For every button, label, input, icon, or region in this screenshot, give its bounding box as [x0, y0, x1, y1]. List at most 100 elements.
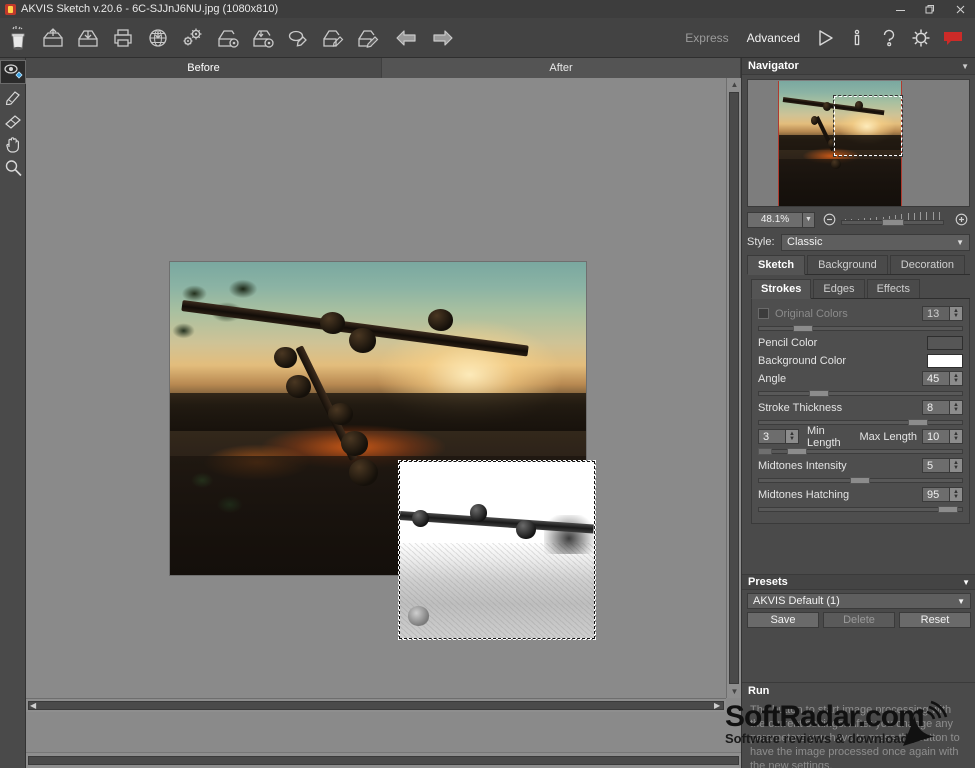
quick-preview-tool[interactable] — [0, 60, 26, 84]
midtones-intensity-spinner[interactable]: 5 ▲ ▼ — [922, 458, 963, 473]
zoom-out-icon[interactable] — [821, 212, 838, 228]
slider-handle[interactable] — [792, 325, 813, 332]
publish-web-icon[interactable] — [140, 18, 175, 58]
minimize-button[interactable] — [885, 0, 915, 18]
maximize-button[interactable] — [915, 0, 945, 18]
chevron-down-icon[interactable]: ▼ — [962, 578, 970, 587]
delete-preset-button[interactable]: Delete — [823, 612, 895, 628]
scroll-track[interactable] — [28, 701, 724, 710]
open-image-icon[interactable] — [35, 18, 70, 58]
angle-slider[interactable] — [758, 388, 963, 397]
info-icon[interactable] — [841, 18, 873, 58]
stepper-arrows-icon[interactable]: ▲ ▼ — [950, 306, 963, 321]
comment-flag-icon[interactable] — [937, 18, 969, 58]
save-image-icon[interactable] — [70, 18, 105, 58]
background-color-swatch[interactable] — [927, 353, 963, 368]
midtones-hatching-spinner[interactable]: 95 ▲ ▼ — [922, 487, 963, 502]
preset-dropdown[interactable]: AKVIS Default (1) ▼ — [747, 593, 971, 609]
stroke-thickness-slider[interactable] — [758, 417, 963, 426]
undo-arrow-icon[interactable] — [389, 18, 424, 58]
max-length-spinner[interactable]: 10 ▲ ▼ — [922, 429, 963, 444]
scroll-left-arrow[interactable]: ◀ — [30, 702, 38, 710]
save-settings-icon[interactable] — [245, 18, 280, 58]
midtones-intensity-value[interactable]: 5 — [922, 458, 950, 473]
print-image-icon[interactable] — [105, 18, 140, 58]
angle-value[interactable]: 45 — [922, 371, 950, 386]
scroll-up-arrow[interactable]: ▲ — [727, 78, 742, 91]
reset-preset-button[interactable]: Reset — [899, 612, 971, 628]
slider-handle[interactable] — [850, 477, 871, 484]
canvas-vertical-scrollbar[interactable]: ▲ ▼ — [726, 78, 742, 698]
style-dropdown[interactable]: Classic ▼ — [781, 233, 970, 251]
eraser-tool[interactable] — [0, 108, 26, 132]
slider-handle-min[interactable] — [758, 448, 772, 455]
image-canvas[interactable] — [26, 78, 726, 698]
min-length-spinner[interactable]: 3 ▲ ▼ — [758, 429, 799, 444]
tab-strokes[interactable]: Strokes — [751, 279, 812, 299]
scroll-track-vertical[interactable] — [729, 92, 739, 684]
slider-handle[interactable] — [938, 506, 959, 513]
tab-after[interactable]: After — [382, 58, 741, 78]
pencil-color-swatch[interactable] — [927, 335, 963, 350]
preferences-gears-icon[interactable] — [175, 18, 210, 58]
stepper-arrows-icon[interactable]: ▲ ▼ — [950, 400, 963, 415]
run-play-icon[interactable] — [809, 18, 841, 58]
navigator-preview[interactable] — [747, 79, 970, 207]
stepper-arrows-icon[interactable]: ▲ ▼ — [950, 371, 963, 386]
slider-handle[interactable] — [809, 390, 830, 397]
tab-decoration[interactable]: Decoration — [889, 255, 965, 274]
export-preset-icon[interactable] — [350, 18, 385, 58]
mode-express[interactable]: Express — [676, 31, 737, 45]
stepper-arrows-icon[interactable]: ▲ ▼ — [950, 429, 963, 444]
zoom-in-icon[interactable] — [953, 212, 970, 228]
slider-handle[interactable] — [907, 419, 928, 426]
load-settings-icon[interactable] — [210, 18, 245, 58]
zoom-level-value[interactable]: 48.1% — [747, 211, 803, 228]
settings-gear-icon[interactable] — [905, 18, 937, 58]
original-colors-value[interactable]: 13 — [922, 306, 950, 321]
import-preset-icon[interactable] — [315, 18, 350, 58]
save-preset-button[interactable]: Save — [747, 612, 819, 628]
zoom-slider-handle[interactable] — [882, 218, 905, 226]
original-colors-slider[interactable] — [758, 323, 963, 332]
hand-tool[interactable] — [0, 132, 26, 156]
tab-background[interactable]: Background — [807, 255, 888, 274]
tab-sketch[interactable]: Sketch — [747, 255, 806, 275]
canvas-horizontal-scrollbar[interactable]: ◀ ▶ — [26, 698, 726, 712]
mode-advanced[interactable]: Advanced — [738, 31, 809, 45]
tab-edges[interactable]: Edges — [813, 279, 865, 298]
close-button[interactable] — [945, 0, 975, 18]
zoom-level-dropdown[interactable]: ▼ — [803, 211, 815, 228]
min-length-value[interactable]: 3 — [758, 429, 786, 444]
midtones-hatching-value[interactable]: 95 — [922, 487, 950, 502]
stepper-arrows-icon[interactable]: ▲ ▼ — [950, 487, 963, 502]
midtones-hatching-slider[interactable] — [758, 504, 963, 513]
tools-cup-icon[interactable] — [0, 18, 35, 58]
zoom-tool[interactable] — [0, 156, 26, 180]
redo-arrow-icon[interactable] — [424, 18, 459, 58]
slider-handle-max[interactable] — [786, 448, 807, 455]
length-range-slider[interactable] — [758, 446, 963, 455]
original-colors-spinner[interactable]: 13 ▲ ▼ — [922, 306, 963, 321]
scroll-down-arrow[interactable]: ▼ — [727, 685, 742, 698]
midtones-intensity-slider[interactable] — [758, 475, 963, 484]
tab-effects[interactable]: Effects — [866, 279, 920, 298]
batch-process-icon[interactable] — [280, 18, 315, 58]
preview-selection-rectangle[interactable] — [398, 460, 596, 640]
zoom-slider[interactable] — [841, 211, 944, 228]
bottom-scrollbar[interactable] — [26, 752, 741, 768]
max-length-value[interactable]: 10 — [922, 429, 950, 444]
history-brush-tool[interactable] — [0, 84, 26, 108]
tab-before[interactable]: Before — [26, 58, 382, 78]
original-colors-checkbox[interactable] — [758, 308, 769, 319]
scroll-right-arrow[interactable]: ▶ — [714, 702, 722, 710]
bottom-scroll-track[interactable] — [28, 756, 739, 765]
stepper-arrows-icon[interactable]: ▲ ▼ — [786, 429, 799, 444]
angle-spinner[interactable]: 45 ▲ ▼ — [922, 371, 963, 386]
stepper-arrows-icon[interactable]: ▲ ▼ — [950, 458, 963, 473]
chevron-down-icon[interactable]: ▼ — [961, 62, 969, 71]
stroke-thickness-spinner[interactable]: 8 ▲ ▼ — [922, 400, 963, 415]
navigator-viewport-frame[interactable] — [833, 95, 903, 157]
help-question-icon[interactable] — [873, 18, 905, 58]
stroke-thickness-value[interactable]: 8 — [922, 400, 950, 415]
